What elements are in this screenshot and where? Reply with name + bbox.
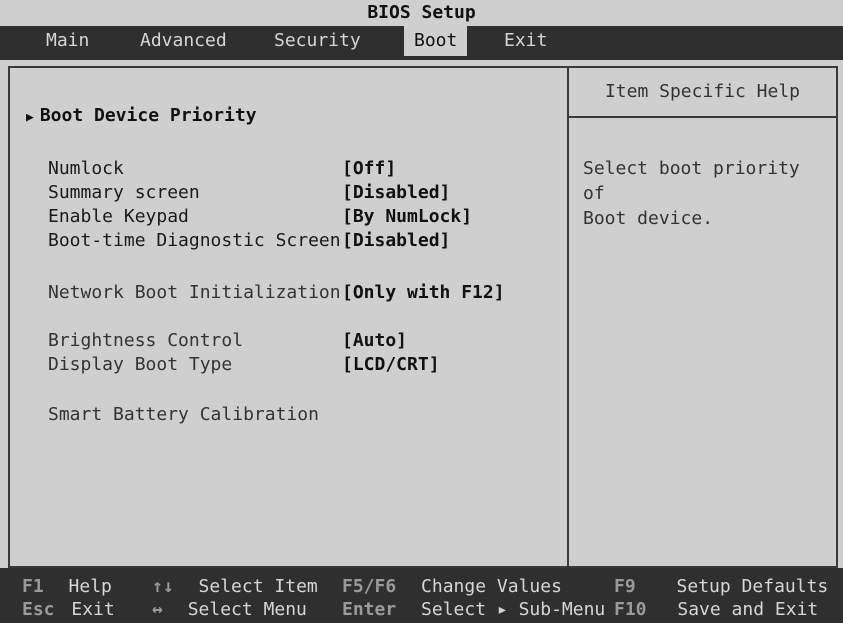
left-right-arrow-icon: ↔ — [152, 599, 163, 620]
menu-security[interactable]: Security — [264, 26, 371, 56]
setting-smart-battery-calibration[interactable]: Smart Battery Calibration — [48, 404, 319, 425]
footer-f1: F1 Help — [22, 576, 112, 597]
setting-brightness-label: Brightness Control — [48, 330, 244, 351]
footer-label: Select Item — [198, 576, 318, 597]
setting-network-boot-label: Network Boot Initialization — [48, 282, 341, 303]
footer-label: Help — [68, 576, 112, 597]
footer-setup-defaults: F9 Setup Defaults — [614, 576, 828, 597]
footer-label: Change Values — [421, 576, 562, 597]
menu-main[interactable]: Main — [36, 26, 99, 56]
setting-boot-diagnostic-label: Boot-time Diagnostic Screen — [48, 230, 341, 251]
footer-key: F9 — [614, 576, 636, 597]
settings-panel: ▶ Boot Device Priority Numlock [Off] Summ… — [8, 66, 838, 568]
menu-boot[interactable]: Boot — [404, 26, 468, 56]
footer-label: Select Menu — [187, 599, 307, 620]
footer-select-item: ↑↓ Select Item — [152, 576, 318, 597]
footer-select-submenu: Enter Select ▸ Sub-Menu — [342, 599, 605, 620]
menu-bar: Main Advanced Security Boot Exit — [0, 26, 843, 60]
window-title: BIOS Setup — [0, 0, 843, 26]
setting-summary-screen-label: Summary screen — [48, 182, 200, 203]
setting-network-boot-value[interactable]: [Only with F12] — [342, 282, 505, 303]
help-panel: Item Specific Help Select boot priority … — [567, 68, 836, 566]
key-legend-footer: F1 Help ↑↓ Select Item F5/F6 Change Valu… — [0, 568, 843, 623]
footer-label: Save and Exit — [677, 599, 819, 620]
footer-key: Esc — [22, 599, 55, 620]
setting-brightness-value[interactable]: [Auto] — [342, 330, 407, 351]
help-text: Select boot priority of Boot device. — [583, 158, 800, 229]
menu-advanced[interactable]: Advanced — [130, 26, 237, 56]
setting-boot-diagnostic-value[interactable]: [Disabled] — [342, 230, 450, 251]
setting-summary-screen-value[interactable]: [Disabled] — [342, 182, 450, 203]
footer-save-exit: F10 Save and Exit — [614, 599, 818, 620]
footer-esc: Esc Exit — [22, 599, 115, 620]
help-header: Item Specific Help — [569, 68, 836, 118]
footer-change-values: F5/F6 Change Values — [342, 576, 562, 597]
submenu-label: Boot Device Priority — [39, 105, 257, 126]
menu-exit[interactable]: Exit — [494, 26, 557, 56]
up-down-arrows-icon: ↑↓ — [152, 576, 174, 597]
boot-device-priority-submenu[interactable]: ▶ Boot Device Priority — [26, 105, 257, 126]
footer-label: Select ▸ Sub-Menu — [421, 599, 606, 620]
triangle-right-icon: ▶ — [26, 110, 34, 125]
footer-key: F5/F6 — [342, 576, 397, 597]
footer-key: Enter — [342, 599, 397, 620]
setting-enable-keypad-value[interactable]: [By NumLock] — [342, 206, 472, 227]
footer-label: Exit — [71, 599, 115, 620]
setting-display-boot-type-value[interactable]: [LCD/CRT] — [342, 354, 440, 375]
setting-numlock-value[interactable]: [Off] — [342, 158, 396, 179]
footer-key: F10 — [614, 599, 647, 620]
setting-enable-keypad-label: Enable Keypad — [48, 206, 189, 227]
setting-display-boot-type-label: Display Boot Type — [48, 354, 233, 375]
footer-label: Setup Defaults — [676, 576, 829, 597]
setting-numlock-label: Numlock — [48, 158, 124, 179]
footer-key: F1 — [22, 576, 44, 597]
footer-select-menu: ↔ Select Menu — [152, 599, 307, 620]
